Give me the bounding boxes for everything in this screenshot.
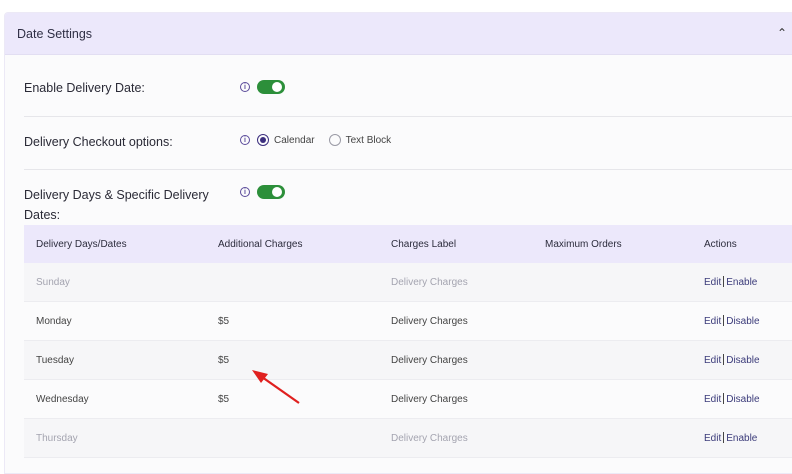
actions-cell: Edit Disable [704,393,760,405]
day-cell: Wednesday [36,393,89,405]
text-block-radio[interactable] [328,134,341,146]
table-row: Tuesday $5 Delivery Charges Edit Disable [24,341,792,380]
disable-link[interactable]: Disable [726,394,759,405]
chevron-up-icon[interactable]: ⌃ [777,26,787,40]
day-cell: Thursday [36,432,78,444]
delivery-days-row: Delivery Days & Specific Delivery Dates:… [24,169,792,225]
actions-cell: Edit Enable [704,276,757,288]
section-title: Date Settings [17,26,93,41]
disable-link[interactable]: Disable [726,355,759,366]
enable-link[interactable]: Enable [726,433,757,444]
disable-link[interactable]: Disable [726,316,759,327]
date-settings-header[interactable]: Date Settings ⌃ [5,13,792,55]
info-icon[interactable]: i [240,187,250,197]
edit-link[interactable]: Edit [704,355,721,366]
table-row: Thursday Delivery Charges Edit Enable [24,419,792,458]
table-row: Wednesday $5 Delivery Charges Edit Disabl… [24,380,792,419]
edit-link[interactable]: Edit [704,316,721,327]
delivery-days-table: Delivery Days/Dates Additional Charges C… [24,225,792,458]
label-cell: Delivery Charges [391,393,468,405]
delivery-days-toggle[interactable] [257,185,285,199]
delivery-days-label-line1: Delivery Days & Specific Delivery [24,188,209,202]
charge-cell: $5 [218,354,230,366]
label-cell: Delivery Charges [391,354,468,366]
header-charges-label: Charges Label [391,238,457,250]
header-additional-charges: Additional Charges [218,238,303,250]
edit-link[interactable]: Edit [704,277,721,288]
edit-link[interactable]: Edit [704,394,721,405]
edit-link[interactable]: Edit [704,433,721,444]
enable-delivery-date-toggle[interactable] [257,80,285,94]
label-cell: Delivery Charges [391,276,468,288]
table-row: Sunday Delivery Charges Edit Enable [24,263,792,302]
checkout-options-row: Delivery Checkout options: i Calendar Te… [24,116,792,170]
actions-cell: Edit Enable [704,432,757,444]
enable-link[interactable]: Enable [726,277,757,288]
header-delivery-days: Delivery Days/Dates [36,238,127,250]
calendar-radio-label[interactable]: Calendar [274,135,315,146]
info-icon[interactable]: i [240,82,250,92]
enable-delivery-date-label: Enable Delivery Date: [24,81,145,95]
enable-delivery-date-row: Enable Delivery Date: i [24,54,792,117]
table-row: Monday $5 Delivery Charges Edit Disable [24,302,792,341]
label-cell: Delivery Charges [391,315,468,327]
actions-cell: Edit Disable [704,354,760,366]
label-cell: Delivery Charges [391,432,468,444]
day-cell: Monday [36,315,72,327]
header-maximum-orders: Maximum Orders [545,238,622,250]
text-block-radio-label[interactable]: Text Block [346,135,392,146]
charge-cell: $5 [218,393,230,405]
day-cell: Tuesday [36,354,74,366]
checkout-options-label: Delivery Checkout options: [24,135,173,149]
table-header: Delivery Days/Dates Additional Charges C… [24,225,792,263]
header-actions: Actions [704,238,737,250]
day-cell: Sunday [36,276,70,288]
actions-cell: Edit Disable [704,315,760,327]
calendar-radio[interactable] [257,134,269,146]
info-icon[interactable]: i [240,135,250,145]
charge-cell: $5 [218,315,230,327]
delivery-days-label-line2: Dates: [24,208,61,222]
